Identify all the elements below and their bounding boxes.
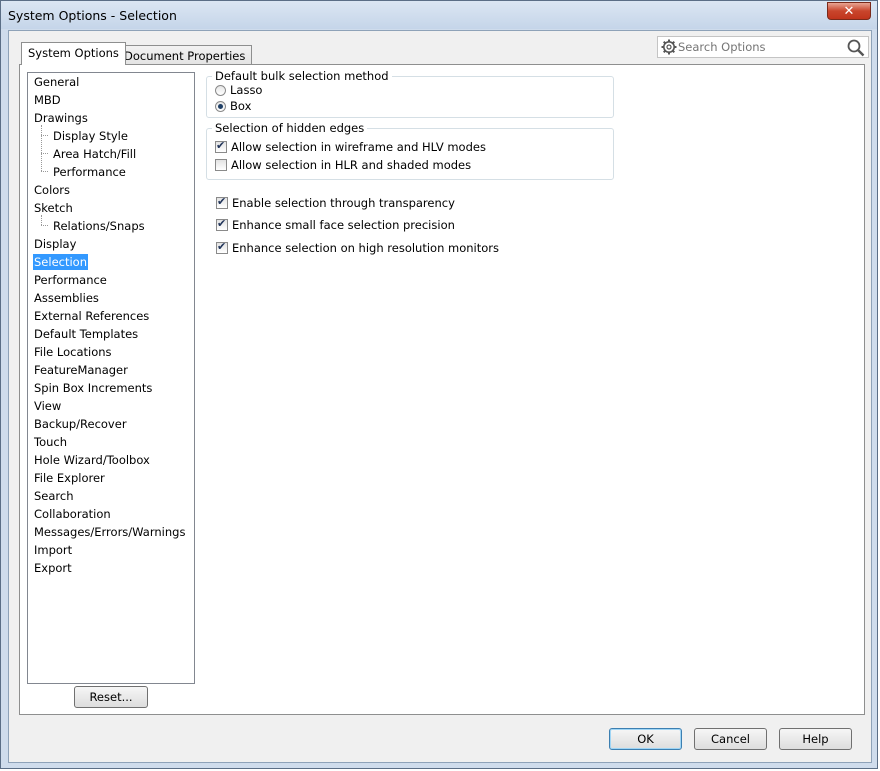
- tree-item-selection[interactable]: Selection: [33, 254, 88, 270]
- search-box: [657, 36, 869, 58]
- tree-item-search[interactable]: Search: [33, 488, 75, 504]
- tree-item-file-explorer[interactable]: File Explorer: [33, 470, 106, 486]
- small-face-precision-label: Enhance small face selection precision: [232, 218, 455, 232]
- tree-connector: [41, 171, 48, 172]
- wireframe-hlv-label: Allow selection in wireframe and HLV mod…: [231, 140, 486, 154]
- search-input[interactable]: [678, 39, 838, 55]
- hlr-shaded-option[interactable]: Allow selection in HLR and shaded modes: [215, 157, 471, 173]
- hlr-shaded-checkbox[interactable]: [215, 159, 227, 171]
- cancel-button[interactable]: Cancel: [694, 728, 767, 750]
- transparency-checkbox[interactable]: [216, 195, 228, 209]
- options-tree[interactable]: General MBD Drawings Display Style Area …: [27, 72, 195, 684]
- tree-item-display[interactable]: Display: [33, 236, 77, 252]
- box-option[interactable]: Box: [215, 98, 251, 114]
- tree-item-performance[interactable]: Performance: [33, 272, 108, 288]
- transparency-option[interactable]: Enable selection through transparency: [216, 195, 455, 211]
- tree-item-backup-recover[interactable]: Backup/Recover: [33, 416, 128, 432]
- title-bar[interactable]: System Options - Selection ✕: [1, 1, 877, 29]
- wireframe-hlv-checkbox[interactable]: [215, 139, 227, 153]
- gear-icon[interactable]: [660, 38, 678, 56]
- tree-item-default-templates[interactable]: Default Templates: [33, 326, 139, 342]
- box-label: Box: [230, 99, 252, 113]
- tab-document-properties[interactable]: Document Properties: [117, 45, 253, 65]
- lasso-label: Lasso: [230, 83, 263, 97]
- small-face-precision-checkbox[interactable]: [216, 217, 228, 231]
- tree-item-import[interactable]: Import: [33, 542, 73, 558]
- tree-item-export[interactable]: Export: [33, 560, 73, 576]
- transparency-label: Enable selection through transparency: [232, 196, 455, 210]
- wireframe-hlv-option[interactable]: Allow selection in wireframe and HLV mod…: [215, 139, 486, 155]
- tree-item-area-hatch-fill[interactable]: Area Hatch/Fill: [52, 146, 137, 162]
- system-options-dialog: System Options - Selection ✕ System Opti…: [0, 0, 878, 769]
- small-face-precision-option[interactable]: Enhance small face selection precision: [216, 217, 455, 233]
- tree-connector: [41, 135, 48, 136]
- tab-system-options[interactable]: System Options: [21, 42, 126, 65]
- hidden-edges-group: Selection of hidden edges Allow selectio…: [206, 121, 614, 180]
- lasso-radio[interactable]: [215, 84, 226, 96]
- tree-item-hole-wizard-toolbox[interactable]: Hole Wizard/Toolbox: [33, 452, 151, 468]
- tab-label: Document Properties: [124, 49, 246, 63]
- tree-connector: [41, 215, 42, 225]
- tree-item-messages-errors-warnings[interactable]: Messages/Errors/Warnings: [33, 524, 186, 540]
- high-resolution-checkbox[interactable]: [216, 240, 228, 254]
- close-button[interactable]: ✕: [827, 2, 871, 20]
- tree-item-external-references[interactable]: External References: [33, 308, 150, 324]
- tree-item-featuremanager[interactable]: FeatureManager: [33, 362, 129, 378]
- tree-item-drawings[interactable]: Drawings: [33, 110, 89, 126]
- hlr-shaded-label: Allow selection in HLR and shaded modes: [231, 158, 472, 172]
- lasso-option[interactable]: Lasso: [215, 82, 262, 98]
- tree-item-general[interactable]: General: [33, 74, 80, 90]
- tree-item-relations-snaps[interactable]: Relations/Snaps: [52, 218, 146, 234]
- tree-item-touch[interactable]: Touch: [33, 434, 68, 450]
- box-radio[interactable]: [215, 100, 226, 112]
- bulk-selection-legend: Default bulk selection method: [212, 69, 392, 83]
- tree-item-collaboration[interactable]: Collaboration: [33, 506, 112, 522]
- tree-item-drawings-performance[interactable]: Performance: [52, 164, 127, 180]
- tab-label: System Options: [28, 46, 119, 60]
- tree-item-colors[interactable]: Colors: [33, 182, 71, 198]
- tree-item-mbd[interactable]: MBD: [33, 92, 62, 108]
- tree-item-view[interactable]: View: [33, 398, 62, 414]
- tree-item-file-locations[interactable]: File Locations: [33, 344, 113, 360]
- options-panel: General MBD Drawings Display Style Area …: [19, 64, 865, 715]
- help-button[interactable]: Help: [779, 728, 852, 750]
- tree-item-display-style[interactable]: Display Style: [52, 128, 129, 144]
- tree-item-spin-box-increments[interactable]: Spin Box Increments: [33, 380, 153, 396]
- bulk-selection-group: Default bulk selection method Lasso Box: [206, 69, 614, 118]
- ok-button[interactable]: OK: [609, 728, 682, 750]
- tree-item-assemblies[interactable]: Assemblies: [33, 290, 100, 306]
- search-icon[interactable]: [846, 38, 866, 58]
- hidden-edges-legend: Selection of hidden edges: [212, 121, 368, 135]
- tree-item-sketch[interactable]: Sketch: [33, 200, 74, 216]
- reset-button[interactable]: Reset...: [74, 686, 148, 708]
- window-title: System Options - Selection: [8, 8, 177, 23]
- high-resolution-option[interactable]: Enhance selection on high resolution mon…: [216, 240, 499, 256]
- dialog-client-area: System Options Document Properties Searc…: [8, 30, 872, 763]
- tree-connector: [41, 125, 42, 171]
- tree-connector: [41, 153, 48, 154]
- high-resolution-label: Enhance selection on high resolution mon…: [232, 241, 500, 255]
- tree-connector: [41, 225, 48, 226]
